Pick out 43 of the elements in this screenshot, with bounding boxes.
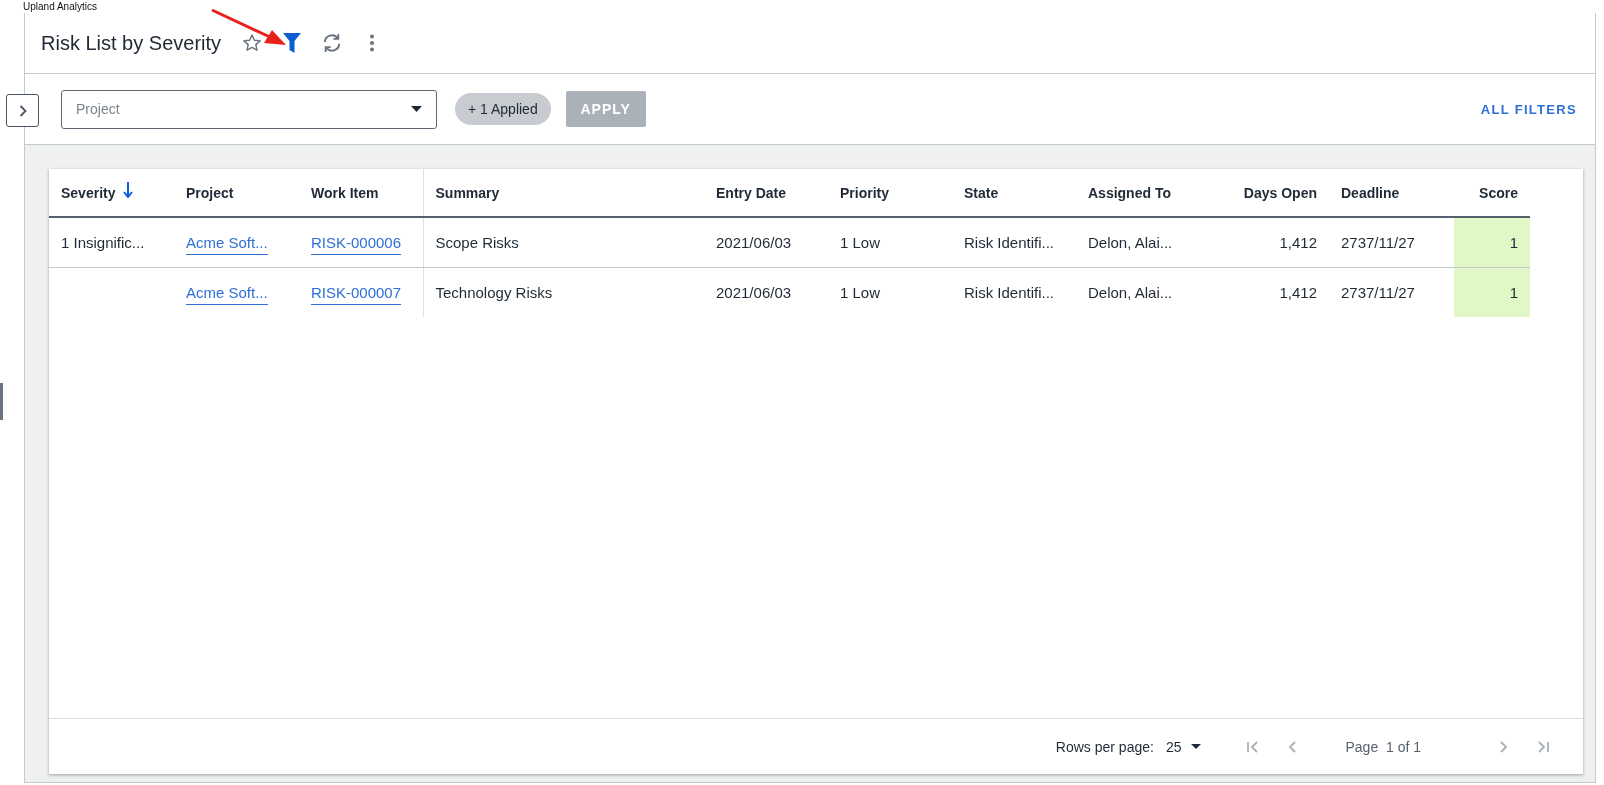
column-header[interactable]: Deadline [1329, 169, 1454, 217]
scroll-indicator [0, 383, 3, 420]
expand-sidebar-button[interactable] [6, 94, 39, 127]
table-cell: Scope Risks [423, 217, 704, 268]
table-cell: Risk Identifi... [952, 267, 1076, 317]
table-cell: 1 Insignific... [49, 217, 174, 268]
column-header[interactable]: Project [174, 169, 299, 217]
table-link[interactable]: RISK-000007 [311, 284, 402, 305]
column-header[interactable]: State [952, 169, 1076, 217]
table-cell: 2737/11/27 [1329, 267, 1454, 317]
table-cell: 1 Low [828, 267, 952, 317]
column-header[interactable]: Summary [423, 169, 704, 217]
table-cell: Technology Risks [423, 267, 704, 317]
column-header[interactable]: Severity [49, 169, 174, 217]
table-cell: Delon, Alai... [1076, 267, 1199, 317]
caret-icon [411, 106, 422, 112]
column-header[interactable]: Days Open [1199, 169, 1329, 217]
table-cell: 1,412 [1199, 217, 1329, 268]
all-filters-link[interactable]: ALL FILTERS [1480, 101, 1577, 117]
applied-filters-chip[interactable]: + 1 Applied [455, 93, 551, 125]
rows-per-page-select[interactable]: 25 [1165, 738, 1202, 755]
column-header[interactable]: Assigned To [1076, 169, 1199, 217]
caret-icon [1191, 744, 1202, 749]
table-cell: 2021/06/03 [704, 217, 828, 268]
project-dropdown[interactable]: Project [61, 89, 437, 129]
report-title: Risk List by Severity [41, 31, 222, 55]
column-header[interactable]: Priority [828, 169, 952, 217]
page-indicator: Page 1 of 1 [1345, 738, 1421, 755]
table-cell: Delon, Alai... [1076, 217, 1199, 268]
table-cell: 2021/06/03 [704, 267, 828, 317]
table-link[interactable]: RISK-000006 [311, 234, 402, 255]
table-cell: Risk Identifi... [952, 217, 1076, 268]
table-cell: 1,412 [1199, 267, 1329, 317]
column-header[interactable]: Entry Date [704, 169, 828, 217]
chevron-right-icon [18, 104, 27, 117]
table-link[interactable]: Acme Soft... [186, 284, 268, 305]
table-cell: 1 [1454, 267, 1530, 317]
table-link[interactable]: Acme Soft... [186, 234, 268, 255]
column-header[interactable]: Work Item [299, 169, 423, 217]
rows-per-page-label: Rows per page: [1055, 738, 1154, 755]
table-cell: 1 [1454, 217, 1530, 268]
app-label: Upland Analytics [23, 1, 97, 12]
table-cell: 1 Low [828, 217, 952, 268]
